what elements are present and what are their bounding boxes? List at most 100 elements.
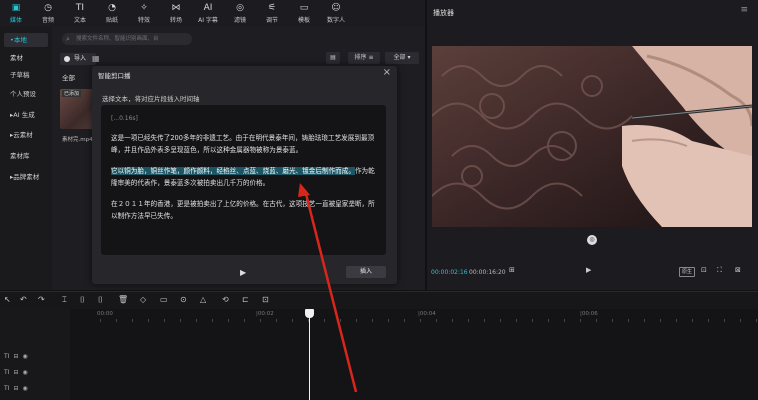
tool-digital-human[interactable]: ☺ 数字人 bbox=[320, 0, 352, 27]
insert-button[interactable]: 插入 bbox=[346, 266, 386, 278]
rotate-icon[interactable]: ⟲ bbox=[222, 295, 229, 304]
tool-text[interactable]: TI 文本 bbox=[64, 0, 96, 27]
delete-icon[interactable]: 🗑 bbox=[118, 295, 128, 304]
reverse-icon[interactable]: ⊙ bbox=[180, 295, 187, 304]
tool-media[interactable]: ▣ 媒体 bbox=[0, 0, 32, 27]
ai-subtitle-icon: AI bbox=[203, 3, 213, 13]
lock-icon[interactable]: ⊟ bbox=[13, 385, 18, 392]
tool-label: 文本 bbox=[73, 17, 86, 24]
sticker-icon: ◔ bbox=[108, 3, 116, 13]
ratio-button[interactable]: 原生 bbox=[679, 267, 696, 277]
sidebar-item-local[interactable]: •本地 bbox=[4, 33, 48, 47]
shield-icon[interactable]: ◇ bbox=[140, 295, 146, 304]
video-editor-app: ▣ 媒体 ◷ 音频 TI 文本 ◔ 贴纸 ✧ 特效 ⋈ 转场 AI AI 字幕 ◎ 滤镜 ⚟ 调节 ▭ 模板 ☺ 数字人 … bbox=[0, 0, 758, 400]
ruler-tick bbox=[420, 319, 421, 322]
transcript-paragraph[interactable]: 这是一项已经失传了200多年的非遗工艺。由于在明代景泰年间，铸胎珐琅工艺发展到最… bbox=[111, 132, 376, 156]
ruler-tick bbox=[500, 319, 501, 322]
ruler-tick bbox=[132, 319, 133, 322]
eye-icon[interactable]: ◉ bbox=[22, 369, 27, 376]
sidebar-item-presets[interactable]: 个人预设 bbox=[4, 87, 48, 101]
ruler-tick bbox=[724, 319, 725, 322]
filter-all-button[interactable]: 全部 ▾ bbox=[385, 52, 419, 64]
ruler-tick bbox=[228, 319, 229, 322]
sidebar-item-cloud[interactable]: ▸云素材 bbox=[4, 128, 48, 142]
tool-label: 音频 bbox=[41, 17, 54, 24]
ruler-tick bbox=[244, 319, 245, 322]
tool-ai-subtitle[interactable]: AI AI 字幕 bbox=[192, 0, 224, 27]
lock-icon[interactable]: ⊟ bbox=[13, 369, 18, 376]
play-icon[interactable]: ▶ bbox=[240, 268, 246, 277]
video-frame-image bbox=[432, 46, 752, 227]
lock-icon[interactable]: ⊟ bbox=[13, 353, 18, 360]
selected-text-end[interactable]: 成。 bbox=[341, 167, 355, 175]
menu-icon[interactable]: ≡ bbox=[740, 5, 748, 15]
eye-icon[interactable]: ◉ bbox=[22, 353, 27, 360]
media-icon: ▣ bbox=[11, 3, 21, 13]
playhead[interactable] bbox=[309, 309, 310, 400]
tool-filter[interactable]: ◎ 滤镜 bbox=[224, 0, 256, 27]
undo-icon[interactable]: ↶ bbox=[20, 295, 27, 304]
ruler-tick bbox=[548, 319, 549, 322]
sidebar-item-brand[interactable]: ▸品牌素材 bbox=[4, 170, 48, 184]
tool-label: 贴纸 bbox=[105, 17, 118, 24]
fullscreen-view-icon[interactable]: ⛶ bbox=[717, 266, 722, 275]
sidebar-item-library[interactable]: 素材库 bbox=[4, 149, 48, 163]
tool-label: 转场 bbox=[169, 17, 182, 24]
search-input[interactable]: ⌕ 搜索文件名称、智能识别画面、台 bbox=[62, 33, 192, 45]
tool-sticker[interactable]: ◔ 贴纸 bbox=[96, 0, 128, 27]
track-header: TI ⊟ ◉ bbox=[4, 385, 32, 392]
player-title: 播放器 bbox=[433, 9, 454, 17]
freeze-icon[interactable]: ▭ bbox=[160, 295, 168, 304]
text-track-icon: TI bbox=[4, 369, 10, 376]
ruler-tick bbox=[116, 319, 117, 322]
split-right-icon[interactable]: ⌷ bbox=[98, 295, 103, 305]
grid-view-icon[interactable]: ▦ bbox=[92, 53, 100, 65]
tool-audio[interactable]: ◷ 音频 bbox=[32, 0, 64, 27]
tool-label: 媒体 bbox=[9, 17, 22, 24]
fullscreen-icon[interactable]: ◎ bbox=[587, 235, 597, 245]
zoom-icon[interactable]: ⊠ bbox=[735, 266, 741, 274]
tool-adjust[interactable]: ⚟ 调节 bbox=[256, 0, 288, 27]
import-button[interactable]: 导入 bbox=[60, 53, 96, 65]
playhead-handle[interactable] bbox=[305, 309, 314, 318]
transcript-box[interactable]: [...0.16s] 这是一项已经失传了200多年的非遗工艺。由于在明代景泰年间… bbox=[101, 105, 386, 255]
audio-icon: ◷ bbox=[44, 3, 52, 13]
ruler-tick bbox=[404, 319, 405, 322]
search-icon: ⌕ bbox=[66, 35, 70, 43]
ruler-tick bbox=[212, 319, 213, 322]
redo-icon[interactable]: ↷ bbox=[38, 295, 45, 304]
split-left-icon[interactable]: ⌷ bbox=[80, 295, 85, 305]
timeline-toolbar: ↖ ↶ ↷ ⌶ ⌷ ⌷ 🗑 ◇ ▭ ⊙ △ ⟲ ⊏ ⊡ bbox=[0, 291, 758, 309]
text-icon: TI bbox=[75, 3, 85, 13]
all-tab[interactable]: 全部 bbox=[62, 72, 75, 82]
ruler-tick bbox=[324, 319, 325, 322]
tool-effects[interactable]: ✧ 特效 bbox=[128, 0, 160, 27]
crop-tool-icon[interactable]: ⊏ bbox=[242, 295, 249, 304]
resize-icon[interactable]: ⊡ bbox=[262, 295, 269, 304]
effects-icon: ✧ bbox=[140, 3, 148, 13]
video-preview[interactable] bbox=[432, 46, 752, 227]
sort-button[interactable]: 排序 ≡ bbox=[348, 52, 380, 64]
mirror-icon[interactable]: △ bbox=[200, 295, 206, 304]
selected-text[interactable]: 它以铜为胎，铜丝作笔，颜作颜料，经掐丝、点蓝、烧蓝、磨光、镀金后制作而 bbox=[111, 167, 342, 175]
text-track-icon: TI bbox=[4, 353, 10, 360]
eye-icon[interactable]: ◉ bbox=[22, 385, 27, 392]
transcript-paragraph-selected[interactable]: 它以铜为胎，铜丝作笔，颜作颜料，经掐丝、点蓝、烧蓝、磨光、镀金后制作而成。作为乾… bbox=[111, 165, 376, 189]
transcript-paragraph[interactable]: 在２０１１年的香港，更是被拍卖出了上亿的价格。在古代，这项技艺一直被皇家垄断，所… bbox=[111, 198, 376, 222]
ruler-tick bbox=[516, 319, 517, 322]
sidebar-item-subdraft[interactable]: 子草稿 bbox=[4, 68, 48, 82]
ruler-tick bbox=[340, 319, 341, 322]
tool-transition[interactable]: ⋈ 转场 bbox=[160, 0, 192, 27]
sort-label: 排序 bbox=[354, 54, 367, 61]
waveform-icon[interactable]: ⊞ bbox=[509, 266, 515, 274]
play-icon[interactable]: ▶ bbox=[586, 266, 591, 274]
view-toggle-button[interactable]: ▤ bbox=[326, 52, 340, 64]
sidebar-item-ai-generate[interactable]: ▸AI 生成 bbox=[4, 108, 48, 122]
close-icon[interactable]: × bbox=[383, 67, 391, 78]
select-icon[interactable]: ↖ bbox=[4, 295, 11, 304]
ruler-tick bbox=[436, 319, 437, 322]
crop-icon[interactable]: ⊡ bbox=[701, 266, 707, 274]
sidebar-item-assets[interactable]: 素材 bbox=[4, 51, 48, 65]
split-icon[interactable]: ⌶ bbox=[62, 295, 67, 305]
tool-template[interactable]: ▭ 模板 bbox=[288, 0, 320, 27]
